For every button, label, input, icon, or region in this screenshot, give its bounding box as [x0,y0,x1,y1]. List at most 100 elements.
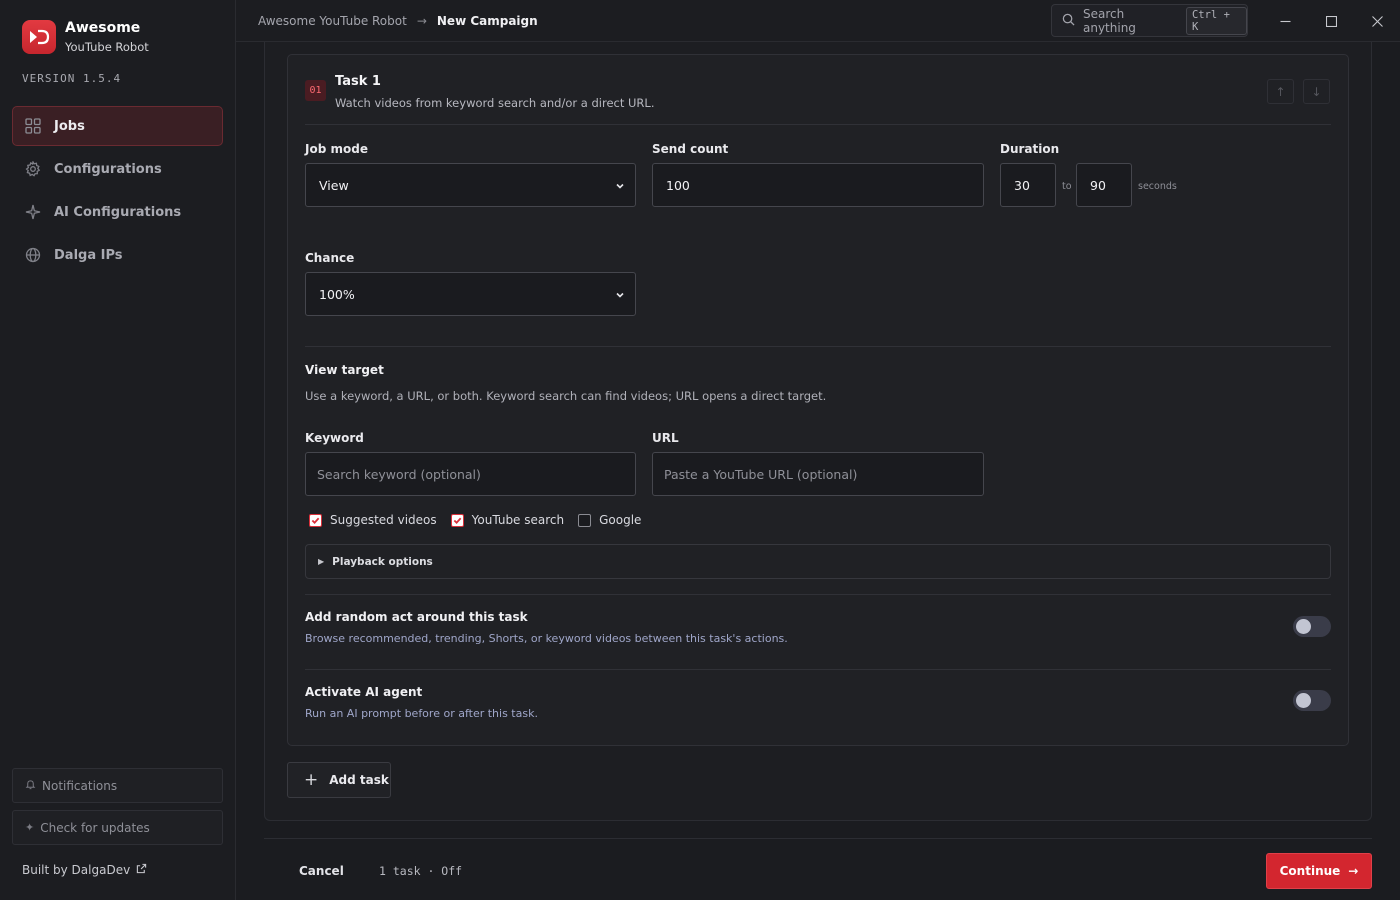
view-target-description: Use a keyword, a URL, or both. Keyword s… [305,389,827,403]
keyword-input[interactable]: Search keyword (optional) [305,452,636,496]
divider [305,594,1331,595]
url-placeholder: Paste a YouTube URL (optional) [664,466,858,482]
brand: Awesome YouTube Robot [22,20,149,54]
chance-select[interactable]: 100% [305,272,636,316]
plus-icon: + [304,770,319,790]
sidebar-item-jobs[interactable]: Jobs [12,106,223,146]
breadcrumb: Awesome YouTube Robot → New Campaign [258,14,538,28]
ai-agent-toggle[interactable] [1293,690,1331,711]
cancel-button[interactable]: Cancel [299,864,344,878]
search-shortcut: Ctrl + K [1185,6,1247,35]
toggle-knob [1296,619,1311,634]
grid-icon [24,117,42,135]
sidebar-item-label: Dalga IPs [54,247,123,263]
sparkle-icon [24,203,42,221]
search-placeholder: Search anything [1083,6,1136,35]
sidebar-item-configurations[interactable]: Configurations [12,149,223,189]
random-act-description: Browse recommended, trending, Shorts, or… [305,632,788,645]
keyword-label: Keyword [305,431,364,445]
duration-unit-label: seconds [1138,181,1177,192]
version-label: VERSION 1.5.4 [22,72,122,85]
url-input[interactable]: Paste a YouTube URL (optional) [652,452,984,496]
continue-button[interactable]: Continue → [1266,853,1372,889]
sidebar-item-ai-configurations[interactable]: AI Configurations [12,192,223,232]
duration-to-label: to [1062,181,1072,192]
caret-right-icon: ▶ [318,557,325,566]
app-window: Awesome YouTube Robot VERSION 1.5.4 Jobs [0,0,1400,900]
duration-max-input[interactable]: 90 [1076,163,1132,207]
checkbox-unchecked-icon[interactable] [578,513,592,527]
chevron-down-icon [615,288,625,303]
task-summary: 1 task · Off [379,864,463,878]
job-mode-label: Job mode [305,142,368,156]
move-down-button[interactable]: ↓ [1303,79,1330,104]
arrow-right-icon: → [1348,864,1359,878]
minimize-icon[interactable] [1272,8,1298,34]
sidebar-nav: Jobs Configurations AI Configurations Da… [12,106,223,278]
close-icon[interactable] [1364,8,1390,34]
continue-label: Continue [1279,864,1341,878]
keyword-placeholder: Search keyword (optional) [317,466,481,482]
view-target-title: View target [305,363,384,377]
duration-label: Duration [1000,142,1060,156]
divider [305,124,1331,125]
send-count-label: Send count [652,142,729,156]
sidebar-item-label: AI Configurations [54,204,182,220]
playback-options-toggle[interactable]: ▶ Playback options [305,544,1331,579]
send-count-input[interactable]: 100 [652,163,984,207]
checkbox-suggested-videos[interactable]: Suggested videos [309,513,437,527]
arrow-up-icon: ↑ [1275,84,1286,99]
checkbox-youtube-search[interactable]: YouTube search [450,513,565,527]
sidebar-item-dalga-ips[interactable]: Dalga IPs [12,235,223,275]
add-task-button[interactable]: + Add task [287,762,391,798]
checkbox-google[interactable]: Google [578,513,641,527]
job-mode-select[interactable]: View [305,163,636,207]
checkbox-label: YouTube search [471,513,565,527]
chance-label: Chance [305,251,355,265]
topbar: Awesome YouTube Robot → New Campaign Sea… [236,0,1400,42]
task-number-badge: 01 [305,80,326,101]
built-by-link[interactable]: Built by DalgaDev [22,863,147,877]
send-count-value: 100 [666,177,690,193]
arrow-down-icon: ↓ [1311,84,1322,99]
checkbox-label: Google [599,513,642,527]
check-updates-label: Check for updates [40,820,150,835]
toggle-knob [1296,693,1311,708]
search-icon [1062,13,1075,29]
task-title: Task 1 [335,74,381,89]
divider [305,669,1331,670]
add-task-label: Add task [329,773,389,787]
sidebar: Awesome YouTube Robot VERSION 1.5.4 Jobs [0,0,236,900]
chance-value: 100% [319,286,355,302]
notifications-button[interactable]: Notifications [12,768,223,803]
built-by-label: Built by DalgaDev [22,863,131,877]
arrow-right-icon: → [416,14,427,28]
app-name: Awesome [65,20,141,36]
move-up-button[interactable]: ↑ [1267,79,1294,104]
duration-min-value: 30 [1014,177,1030,193]
chevron-down-icon [615,179,625,194]
random-act-toggle[interactable] [1293,616,1331,637]
external-link-icon [136,863,147,877]
search-input[interactable]: Search anything Ctrl + K [1051,4,1248,37]
bell-icon [25,779,36,793]
source-checkboxes: Suggested videos YouTube search Google [309,513,655,527]
random-act-title: Add random act around this task [305,610,528,624]
task-subtitle: Watch videos from keyword search and/or … [335,96,655,110]
duration-min-input[interactable]: 30 [1000,163,1056,207]
checkbox-checked-icon[interactable] [309,513,322,527]
playback-options-label: Playback options [332,555,433,568]
gear-icon [24,160,42,178]
ai-agent-title: Activate AI agent [305,685,423,699]
check-updates-button[interactable]: ✦ Check for updates [12,810,223,845]
url-label: URL [652,431,679,445]
maximize-icon[interactable] [1318,8,1344,34]
sidebar-item-label: Jobs [54,118,85,134]
notifications-label: Notifications [42,778,118,793]
checkbox-label: Suggested videos [330,513,437,527]
checkbox-checked-icon[interactable] [450,513,464,527]
sidebar-item-label: Configurations [54,161,162,177]
app-name-sub: YouTube Robot [65,40,149,54]
breadcrumb-root[interactable]: Awesome YouTube Robot [258,14,407,28]
sparkle-small-icon: ✦ [25,821,35,834]
